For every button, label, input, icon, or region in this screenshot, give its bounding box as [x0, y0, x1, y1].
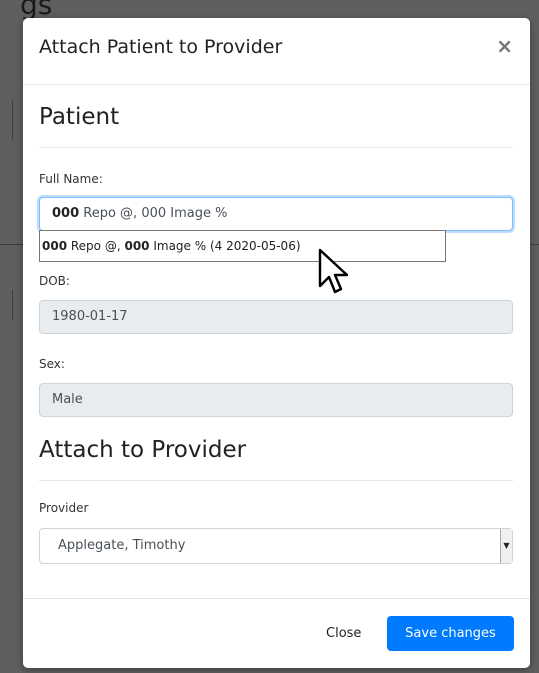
modal-footer: Close Save changes	[23, 598, 530, 668]
sex-label: Sex:	[39, 357, 65, 371]
background-divider	[530, 244, 539, 245]
full-name-bold: 000	[52, 206, 80, 221]
dob-label: DOB:	[39, 274, 70, 288]
attach-patient-modal: Attach Patient to Provider × Patient Ful…	[23, 18, 530, 668]
sex-field: Male	[39, 383, 513, 417]
caret-down-icon[interactable]: ▼	[500, 529, 512, 563]
suggestion-part4: Image % (4 2020-05-06)	[149, 239, 301, 253]
section-divider	[39, 480, 513, 481]
modal-header: Attach Patient to Provider ×	[23, 18, 530, 85]
section-divider	[39, 147, 513, 148]
full-name-rest: Repo @, 000 Image %	[79, 206, 228, 221]
suggestion-part2: Repo @,	[67, 239, 125, 253]
provider-select[interactable]: Applegate, Timothy ▼	[39, 528, 513, 564]
close-button[interactable]: Close	[326, 626, 361, 641]
close-icon[interactable]: ×	[496, 34, 513, 58]
background-divider	[12, 290, 13, 320]
background-divider	[0, 244, 23, 245]
suggestion-part1: 000	[42, 239, 68, 253]
suggestion-part3: 000	[124, 239, 150, 253]
autocomplete-suggestion[interactable]: 000 Repo @, 000 Image % (4 2020-05-06)	[39, 230, 446, 262]
full-name-input[interactable]: 000 Repo @, 000 Image %	[39, 197, 513, 231]
background-divider	[12, 100, 13, 140]
full-name-label: Full Name:	[39, 172, 103, 186]
mouse-pointer-icon	[318, 248, 348, 294]
save-changes-button[interactable]: Save changes	[387, 616, 514, 651]
provider-section-title: Attach to Provider	[39, 437, 247, 463]
patient-section-title: Patient	[39, 104, 120, 130]
provider-label: Provider	[39, 501, 89, 515]
dob-field: 1980-01-17	[39, 300, 513, 334]
provider-selected-value: Applegate, Timothy	[58, 538, 186, 553]
modal-title: Attach Patient to Provider	[39, 36, 283, 58]
